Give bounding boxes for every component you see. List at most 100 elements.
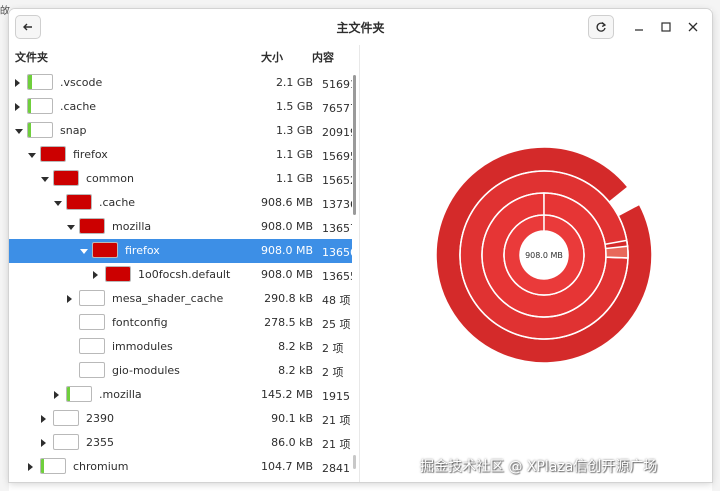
table-row[interactable]: gio-modules 8.2 kB 2 项 bbox=[9, 359, 352, 383]
folder-name: immodules bbox=[112, 340, 173, 353]
usage-bar-fill bbox=[54, 171, 78, 185]
folder-size: 1.3 GB bbox=[275, 124, 313, 137]
folder-size: 8.2 kB bbox=[278, 340, 313, 353]
chevron-right-icon[interactable] bbox=[93, 271, 98, 279]
column-header-size[interactable]: 大小 bbox=[261, 49, 283, 65]
folder-size: 1.1 GB bbox=[275, 148, 313, 161]
minimize-button[interactable] bbox=[630, 18, 648, 36]
column-header-folder[interactable]: 文件夹 bbox=[15, 49, 48, 65]
table-row[interactable]: chromium 104.7 MB 2841 项 bbox=[9, 455, 352, 479]
chevron-right-icon[interactable] bbox=[41, 439, 46, 447]
chevron-down-icon[interactable] bbox=[54, 201, 62, 206]
folder-size: 104.7 MB bbox=[260, 460, 313, 473]
folder-contents: 2 项 bbox=[322, 342, 344, 355]
folder-contents: 51691 项 bbox=[322, 78, 352, 91]
table-row[interactable]: 1o0focsh.default 908.0 MB 13655 项 bbox=[9, 263, 352, 287]
folder-size: 908.0 MB bbox=[260, 220, 313, 233]
folder-size: 1.1 GB bbox=[275, 172, 313, 185]
folder-name: gio-modules bbox=[112, 364, 180, 377]
maximize-button[interactable] bbox=[657, 18, 675, 36]
usage-bar bbox=[66, 194, 92, 210]
usage-bar bbox=[53, 170, 79, 186]
usage-bar-fill bbox=[93, 243, 117, 257]
folder-contents: 1915 项 bbox=[322, 390, 352, 403]
desktop-background-top bbox=[0, 0, 720, 9]
chevron-down-icon[interactable] bbox=[67, 225, 75, 230]
close-button[interactable] bbox=[684, 18, 702, 36]
table-row[interactable]: firefox 908.0 MB 13656 项 bbox=[9, 239, 352, 263]
usage-bar bbox=[79, 290, 105, 306]
chevron-right-icon[interactable] bbox=[67, 295, 72, 303]
folder-name: firefox bbox=[125, 244, 160, 257]
folder-contents: 2 项 bbox=[322, 366, 344, 379]
table-row[interactable]: 2355 86.0 kB 21 项 bbox=[9, 431, 352, 455]
table-row[interactable]: snap 1.3 GB 20919 项 bbox=[9, 119, 352, 143]
close-icon bbox=[688, 22, 698, 32]
chevron-right-icon[interactable] bbox=[28, 463, 33, 471]
folder-contents: 13657 项 bbox=[322, 222, 352, 235]
folder-name: .cache bbox=[99, 196, 136, 209]
usage-bar bbox=[40, 458, 66, 474]
refresh-icon bbox=[596, 22, 607, 32]
chevron-down-icon[interactable] bbox=[41, 177, 49, 182]
column-headers: 文件夹 大小 内容 bbox=[9, 45, 359, 67]
folder-name: 2355 bbox=[86, 436, 114, 449]
folder-size: 290.8 kB bbox=[264, 292, 313, 305]
maximize-icon bbox=[661, 22, 671, 32]
chevron-down-icon[interactable] bbox=[28, 153, 36, 158]
usage-bar-fill bbox=[41, 147, 65, 161]
folder-name: firefox bbox=[73, 148, 108, 161]
folder-size: 2.1 GB bbox=[275, 76, 313, 89]
usage-bar-fill bbox=[28, 123, 32, 137]
usage-bar bbox=[79, 314, 105, 330]
folder-name: snap bbox=[60, 124, 87, 137]
ring-chart: 908.0 MB bbox=[435, 146, 653, 364]
usage-bar bbox=[40, 146, 66, 162]
chevron-down-icon[interactable] bbox=[80, 249, 88, 254]
table-row[interactable]: mesa_shader_cache 290.8 kB 48 项 bbox=[9, 287, 352, 311]
desktop-background-right bbox=[712, 0, 720, 491]
ring-highlight-segment[interactable] bbox=[604, 245, 629, 259]
chevron-down-icon[interactable] bbox=[15, 129, 23, 134]
usage-bar bbox=[27, 98, 53, 114]
scrollbar-thumb[interactable] bbox=[353, 75, 356, 215]
ring-center-label: 908.0 MB bbox=[525, 251, 563, 260]
table-row[interactable]: common 1.1 GB 15652 项 bbox=[9, 167, 352, 191]
table-row[interactable]: immodules 8.2 kB 2 项 bbox=[9, 335, 352, 359]
usage-bar bbox=[27, 122, 53, 138]
table-row[interactable]: .mozilla 145.2 MB 1915 项 bbox=[9, 383, 352, 407]
table-row[interactable]: fontconfig 278.5 kB 25 项 bbox=[9, 311, 352, 335]
table-row[interactable]: .vscode 2.1 GB 51691 项 bbox=[9, 71, 352, 95]
folder-size: 90.1 kB bbox=[271, 412, 313, 425]
folder-name: chromium bbox=[73, 460, 129, 473]
folder-size: 86.0 kB bbox=[271, 436, 313, 449]
table-row[interactable]: 2390 90.1 kB 21 项 bbox=[9, 407, 352, 431]
disk-usage-window: 主文件夹 文件夹 大小 内容 .vscode 2.1 GB 51691 项 .cach… bbox=[9, 9, 712, 482]
table-row[interactable]: firefox 1.1 GB 15695 项 bbox=[9, 143, 352, 167]
scrollbar-lower[interactable] bbox=[353, 455, 356, 469]
chevron-right-icon[interactable] bbox=[15, 79, 20, 87]
usage-bar-fill bbox=[28, 99, 32, 113]
chevron-right-icon[interactable] bbox=[15, 103, 20, 111]
folder-contents: 21 项 bbox=[322, 414, 351, 427]
table-row[interactable]: .cache 1.5 GB 76577 项 bbox=[9, 95, 352, 119]
refresh-button[interactable] bbox=[588, 15, 614, 39]
chevron-right-icon[interactable] bbox=[54, 391, 59, 399]
folder-contents: 48 项 bbox=[322, 294, 351, 307]
folder-size: 908.0 MB bbox=[260, 244, 313, 257]
column-header-contents[interactable]: 内容 bbox=[312, 49, 334, 65]
folder-contents: 13655 项 bbox=[322, 270, 352, 283]
folder-size: 8.2 kB bbox=[278, 364, 313, 377]
folder-name: 2390 bbox=[86, 412, 114, 425]
chevron-right-icon[interactable] bbox=[41, 415, 46, 423]
usage-bar bbox=[53, 434, 79, 450]
folder-contents: 15652 项 bbox=[322, 174, 352, 187]
folder-size: 908.0 MB bbox=[260, 268, 313, 281]
folder-size: 278.5 kB bbox=[264, 316, 313, 329]
table-row[interactable]: mozilla 908.0 MB 13657 项 bbox=[9, 215, 352, 239]
folder-size: 1.5 GB bbox=[275, 100, 313, 113]
folder-name: fontconfig bbox=[112, 316, 168, 329]
table-row[interactable]: .cache 908.6 MB 13736 项 bbox=[9, 191, 352, 215]
folder-contents: 15695 项 bbox=[322, 150, 352, 163]
usage-bar bbox=[79, 362, 105, 378]
